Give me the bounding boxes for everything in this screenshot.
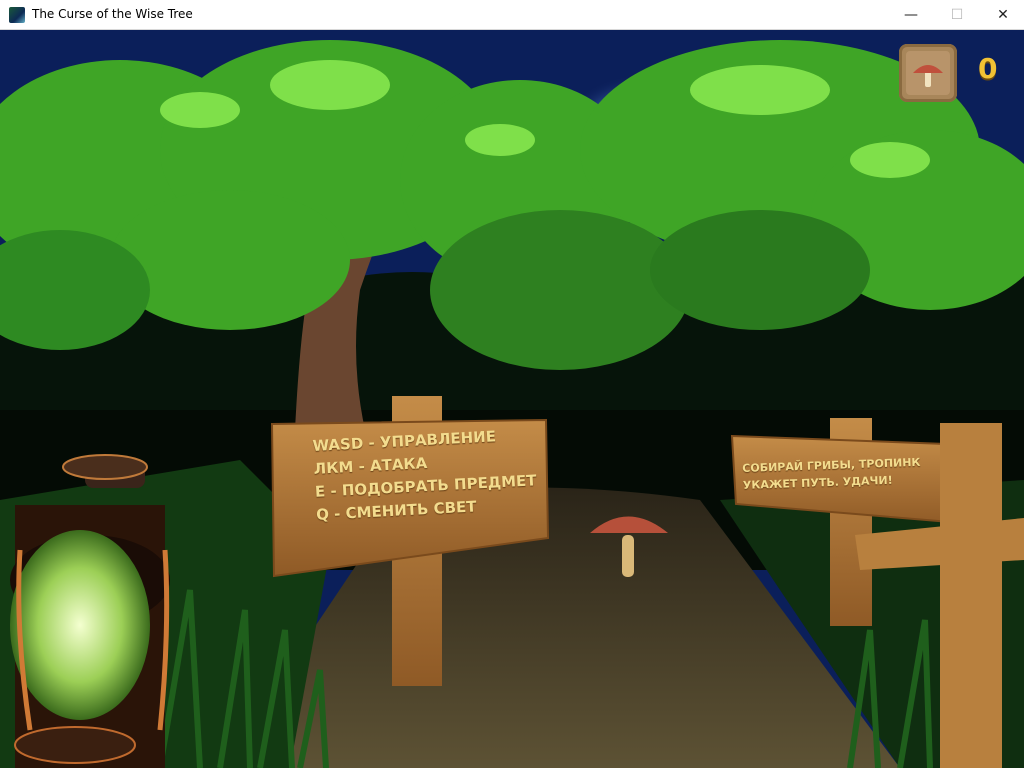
window-title: The Curse of the Wise Tree [32, 7, 193, 21]
minimize-button[interactable]: — [888, 0, 934, 30]
game-window: The Curse of the Wise Tree — ☐ ✕ WASD - … [0, 0, 1024, 768]
maximize-button[interactable]: ☐ [934, 0, 980, 30]
mushroom-counter: 0 [978, 52, 998, 85]
game-scene [0, 30, 1024, 768]
mushroom-icon [913, 65, 943, 87]
game-viewport[interactable]: WASD - УПРАВЛЕНИЕ ЛКМ - АТАКА E - ПОДОБР… [0, 30, 1024, 768]
close-button[interactable]: ✕ [980, 0, 1024, 30]
sign-hint-text: СОБИРАЙ ГРИБЫ, ТРОПИНК УКАЖЕТ ПУТЬ. УДАЧ… [742, 454, 921, 494]
sign-controls-text: WASD - УПРАВЛЕНИЕ ЛКМ - АТАКА E - ПОДОБР… [312, 423, 538, 526]
inventory-slot [899, 44, 957, 102]
title-bar[interactable]: The Curse of the Wise Tree — ☐ ✕ [0, 0, 1024, 30]
app-icon [9, 7, 25, 23]
inventory-slot-inner [906, 51, 950, 95]
